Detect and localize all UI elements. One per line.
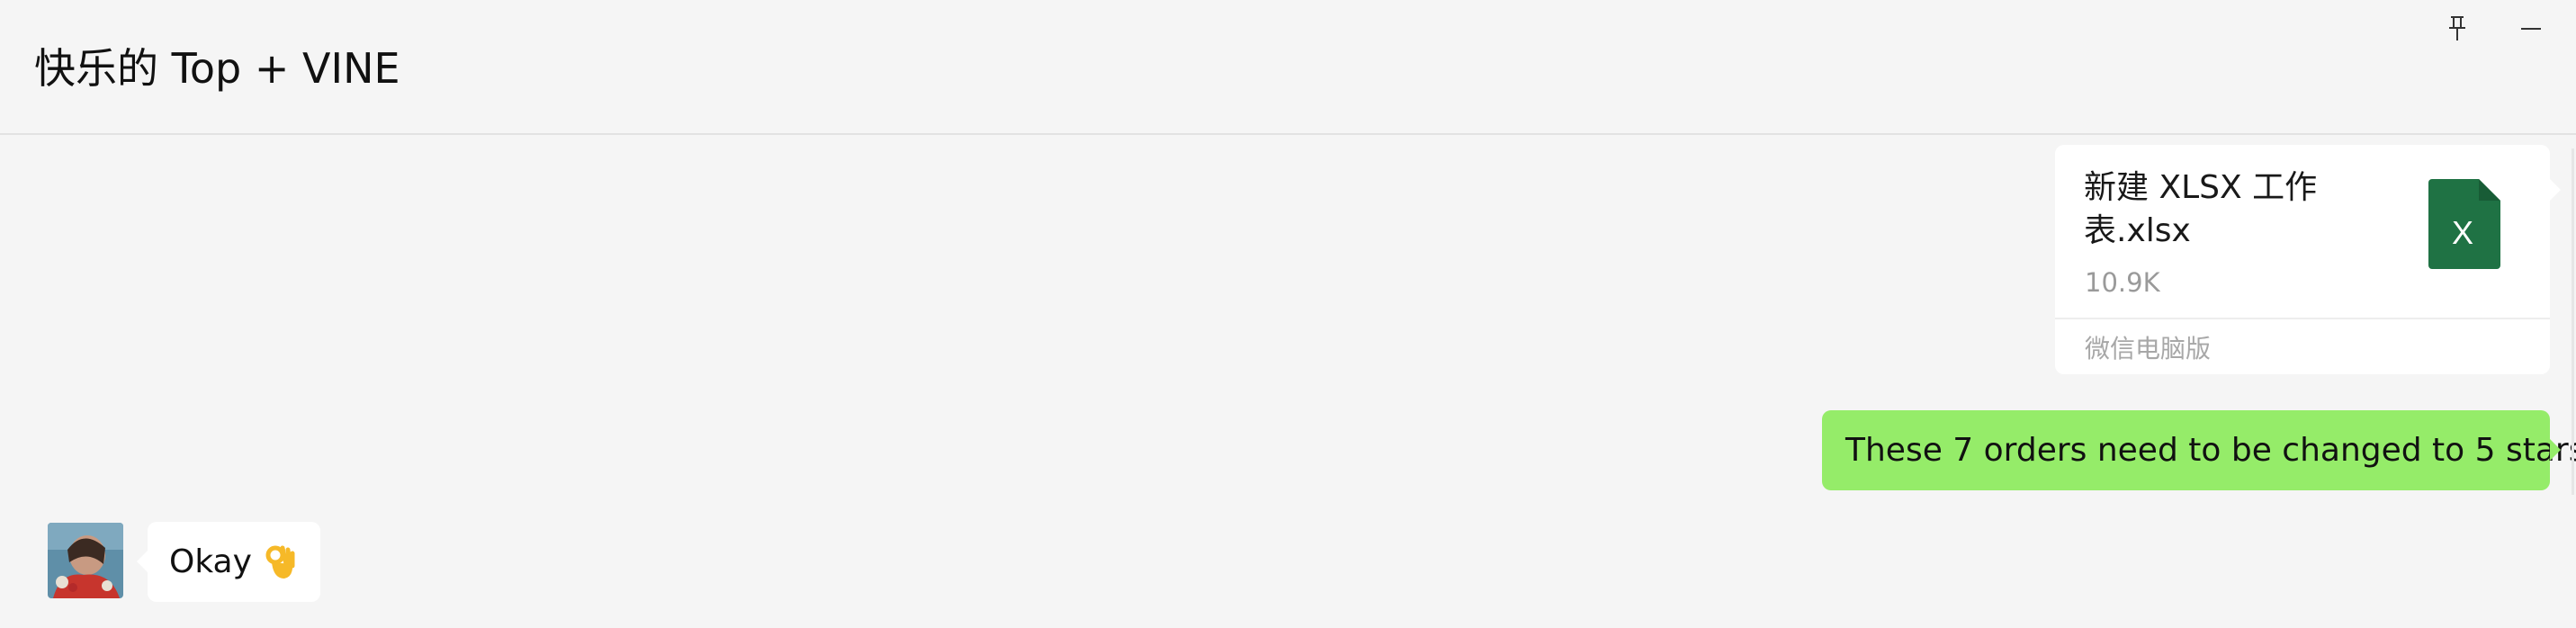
minimize-button[interactable] (2506, 9, 2556, 49)
pane-edge (2572, 148, 2574, 495)
outgoing-message-bubble[interactable]: These 7 orders need to be changed to 5 s… (1822, 410, 2576, 490)
avatar-image (48, 523, 123, 598)
pin-icon (2449, 16, 2465, 40)
chat-header: 快乐的 Top + VINE (0, 0, 2576, 135)
contact-avatar[interactable] (48, 523, 123, 598)
file-card-divider (2055, 318, 2550, 319)
file-source-label: 微信电脑版 (2085, 334, 2212, 363)
chat-title: 快乐的 Top + VINE (34, 44, 400, 93)
minimize-icon (2521, 28, 2541, 30)
ok-hand-emoji (265, 545, 295, 579)
excel-file-icon: X (2428, 179, 2500, 269)
chat-window: 快乐的 Top + VINE 新建 XLSX 工作表.xlsx 10.9K X … (0, 0, 2576, 628)
incoming-message-text: Okay (169, 543, 252, 580)
file-size: 10.9K (2085, 267, 2160, 298)
excel-icon-letter: X (2452, 214, 2473, 251)
file-name: 新建 XLSX 工作表.xlsx (2084, 169, 2318, 249)
incoming-message-bubble[interactable]: Okay (137, 522, 320, 602)
outgoing-message-text: These 7 orders need to be changed to 5 s… (1845, 432, 2576, 469)
pin-button[interactable] (2432, 9, 2482, 49)
file-message-card[interactable]: 新建 XLSX 工作表.xlsx 10.9K X 微信电脑版 (2055, 145, 2561, 374)
